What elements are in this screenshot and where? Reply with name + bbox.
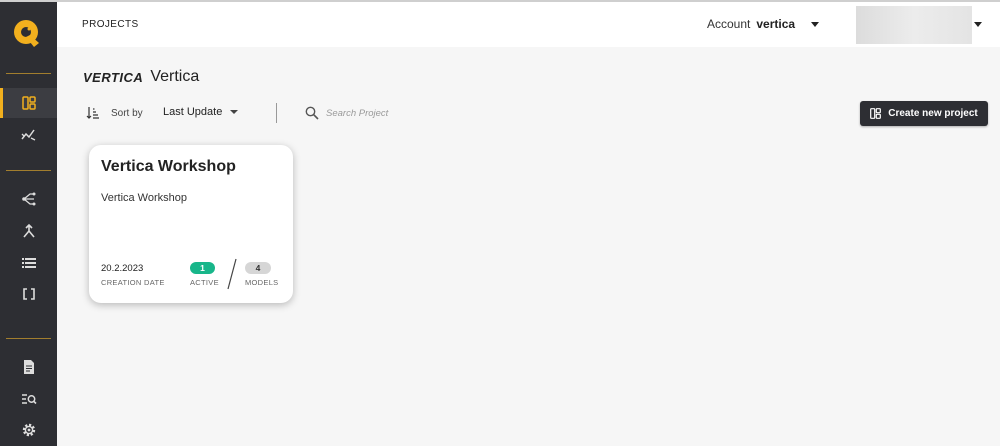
top-header: PROJECTS Account vertica	[57, 2, 1000, 47]
toolbar-divider	[276, 103, 277, 123]
gear-icon	[22, 423, 35, 437]
list-icon	[21, 258, 36, 268]
project-card[interactable]: Vertica Workshop Vertica Workshop 20.2.2…	[89, 145, 293, 303]
sidebar-item-settings[interactable]	[0, 415, 57, 445]
sidebar-item-analytics[interactable]	[0, 119, 57, 149]
sidebar-item-merge[interactable]	[0, 216, 57, 246]
project-description: Vertica Workshop	[101, 192, 188, 204]
projects-icon	[21, 96, 36, 110]
models-label: MODELS	[245, 278, 279, 287]
sidebar-divider	[6, 73, 51, 74]
sidebar-divider	[6, 338, 51, 339]
account-label: Account	[707, 17, 751, 31]
models-count-badge: 4	[245, 262, 271, 274]
sidebar-item-projects[interactable]	[0, 88, 57, 118]
separator-slash	[227, 258, 237, 290]
flow-icon	[21, 192, 35, 206]
sort-dropdown[interactable]: Last Update	[163, 106, 239, 118]
projects-icon	[870, 108, 882, 119]
create-project-button[interactable]: Create new project	[860, 101, 988, 126]
sidebar-item-flow[interactable]	[0, 184, 57, 214]
page-title-text: Vertica	[150, 68, 200, 85]
app-logo-icon[interactable]	[12, 18, 42, 50]
project-title: Vertica Workshop	[101, 158, 236, 175]
create-project-label: Create new project	[888, 108, 978, 119]
sort-icon[interactable]	[86, 106, 100, 120]
sidebar-item-list[interactable]	[0, 248, 57, 278]
document-icon	[23, 360, 34, 374]
creation-date-label: CREATION DATE	[101, 278, 165, 287]
page-title: VERTICA Vertica	[83, 68, 199, 86]
sort-label: Sort by	[111, 108, 143, 119]
search-icon	[305, 106, 319, 120]
chevron-down-icon	[811, 21, 820, 27]
active-label: ACTIVE	[190, 278, 219, 287]
analytics-icon	[20, 129, 35, 141]
search-input[interactable]	[326, 104, 526, 122]
account-name: vertica	[756, 17, 796, 31]
breadcrumb: PROJECTS	[82, 19, 139, 30]
sidebar	[0, 2, 57, 446]
user-menu-chevron-down-icon[interactable]	[974, 22, 982, 27]
sidebar-item-search-list[interactable]	[0, 384, 57, 414]
user-avatar[interactable]	[856, 6, 972, 44]
sidebar-divider	[6, 170, 51, 171]
merge-icon	[22, 223, 35, 238]
vertica-logo: VERTICA	[83, 69, 144, 85]
sidebar-item-brackets[interactable]	[0, 279, 57, 309]
sort-value: Last Update	[163, 106, 223, 118]
active-count-badge: 1	[190, 262, 215, 274]
creation-date: 20.2.2023	[101, 263, 144, 274]
search-list-icon	[21, 394, 37, 405]
account-selector[interactable]: Account vertica	[707, 17, 820, 31]
chevron-down-icon	[230, 110, 239, 114]
brackets-icon	[22, 288, 35, 300]
sidebar-item-documents[interactable]	[0, 352, 57, 382]
